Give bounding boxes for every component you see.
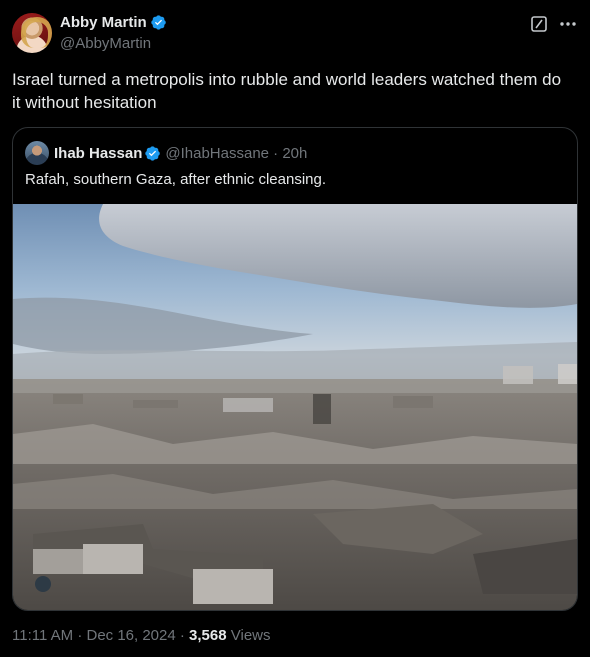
tweet-timestamp[interactable]: 11:11 AM · Dec 16, 2024 ·: [12, 627, 189, 644]
verified-badge-icon: [150, 15, 166, 30]
tweet-text: Israel turned a metropolis into rubble a…: [12, 70, 562, 112]
author-display-name[interactable]: Abby Martin: [60, 14, 147, 31]
author-name-row[interactable]: Abby Martin: [60, 14, 167, 31]
quoted-tweet-card[interactable]: Ihab Hassan @IhabHassane · 20h Rafah, so…: [12, 127, 578, 611]
author-handle[interactable]: @AbbyMartin: [60, 35, 151, 52]
photo-rubble-landscape[interactable]: [13, 204, 577, 611]
quoted-author-handle-time[interactable]: @IhabHassane · 20h: [165, 145, 307, 162]
grok-icon[interactable]: [530, 15, 548, 33]
verified-badge-icon: [145, 145, 161, 161]
views-count: 3,568: [189, 627, 227, 644]
author-avatar[interactable]: [12, 13, 52, 53]
views-label: Views: [226, 627, 271, 644]
quoted-tweet-text: Rafah, southern Gaza, after ethnic clean…: [25, 171, 327, 188]
quoted-author-name[interactable]: Ihab Hassan: [54, 145, 142, 162]
tweet-meta: 11:11 AM · Dec 16, 2024 · 3,568 Views: [12, 627, 271, 644]
quoted-author-avatar[interactable]: [25, 141, 49, 165]
quoted-tweet-header: Ihab Hassan @IhabHassane · 20h: [25, 141, 307, 165]
more-options-icon[interactable]: [558, 15, 578, 33]
tweet-header: Abby Martin @AbbyMartin: [12, 12, 578, 56]
